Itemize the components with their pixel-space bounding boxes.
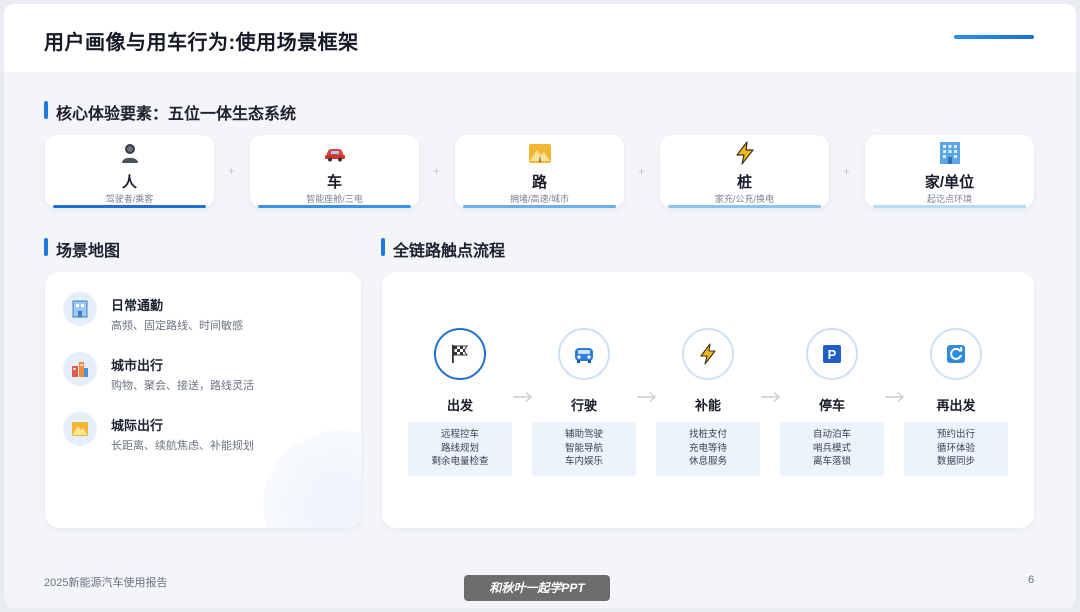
car-icon: [324, 149, 345, 162]
section-title-scene-map: 场景地图: [44, 237, 120, 261]
scene-desc: 长距离、续航焦虑、补能规划: [111, 440, 254, 452]
plus-separator: +: [638, 164, 646, 178]
step-details: 辅助驾驶 智能导航 车内娱乐: [532, 422, 636, 476]
arrow-right-icon: [513, 391, 533, 403]
step-name: 再出发: [936, 398, 976, 413]
slide: 用户画像与用车行为:使用场景框架 核心体验要素：五位一体生态系统 人 驾驶者/乘…: [4, 4, 1076, 608]
lightning-icon: [700, 343, 716, 365]
road-icon: [528, 144, 551, 163]
element-name: 桩: [736, 174, 752, 191]
element-card-home: 家/单位 起讫点环境: [865, 135, 1034, 208]
step-details: 找桩支付 充电等待 休息服务: [656, 422, 760, 476]
element-sub: 起讫点环境: [926, 194, 972, 204]
title-accent-line: [954, 35, 1034, 39]
car-icon: [575, 348, 593, 363]
flow-step-redepart: 再出发 预约出行 循环体验 数据同步: [904, 328, 1008, 478]
flag-icon: [452, 345, 468, 363]
header-bar: 用户画像与用车行为:使用场景框架: [4, 4, 1076, 72]
arrow-right-icon: [637, 391, 657, 403]
element-name: 路: [531, 174, 547, 191]
page-title: 用户画像与用车行为:使用场景框架: [44, 32, 359, 54]
scene-map-card: 日常通勤 高频、固定路线、时间敏感 城市出行 购物、聚会、接送，路线灵活 城际出…: [45, 272, 361, 528]
step-details: 远程控车 路线规划 剩余电量检查: [408, 422, 512, 476]
element-bar: [463, 205, 616, 208]
plus-separator: +: [433, 164, 441, 178]
touchpoint-flow-card: 出发 远程控车 路线规划 剩余电量检查 行驶 辅助驾驶 智能导航 车内娱乐 补能…: [382, 272, 1034, 528]
watermark-label: 和秋叶一起学PPT: [464, 575, 610, 601]
element-name: 人: [121, 174, 137, 191]
page-number: 6: [1028, 574, 1035, 586]
element-bar: [668, 205, 821, 208]
scene-desc: 购物、聚会、接送，路线灵活: [111, 380, 254, 392]
scene-item-commute: 日常通勤 高频、固定路线、时间敏感: [63, 292, 353, 342]
flow-step-park: P 停车 自动泊车 哨兵模式 离车落锁: [780, 328, 884, 478]
element-card-road: 路 拥堵/高速/城市: [455, 135, 624, 208]
element-sub: 拥堵/高速/城市: [509, 194, 569, 204]
step-name: 停车: [818, 398, 845, 413]
arrow-right-icon: [761, 391, 781, 403]
section-title-ecosystem: 核心体验要素：五位一体生态系统: [44, 100, 296, 124]
section-title-touchpoint-flow: 全链路触点流程: [381, 237, 505, 261]
parking-icon: P: [823, 345, 841, 363]
report-name: 2025新能源汽车使用报告: [44, 577, 168, 589]
scene-name: 城市出行: [111, 358, 164, 373]
flow-step-recharge: 补能 找桩支付 充电等待 休息服务: [656, 328, 760, 478]
flow-step-drive: 行驶 辅助驾驶 智能导航 车内娱乐: [532, 328, 636, 478]
element-bar: [873, 205, 1026, 208]
element-card-charger: 桩 家充/公充/换电: [660, 135, 829, 208]
mountain-road-icon: [72, 422, 88, 436]
city-icon: [72, 362, 88, 377]
svg-text:P: P: [828, 347, 837, 362]
step-details: 预约出行 循环体验 数据同步: [904, 422, 1008, 476]
scene-desc: 高频、固定路线、时间敏感: [111, 320, 243, 332]
scene-item-intercity: 城际出行 长距离、续航焦虑、补能规划: [63, 412, 353, 462]
element-sub: 智能座舱/三电: [306, 194, 363, 204]
step-details: 自动泊车 哨兵模式 离车落锁: [780, 422, 884, 476]
element-bar: [53, 205, 206, 208]
building-icon: [939, 142, 960, 164]
step-name: 出发: [446, 398, 473, 413]
element-name: 家/单位: [924, 174, 975, 191]
lightning-icon: [735, 141, 754, 165]
scene-name: 日常通勤: [111, 298, 164, 313]
refresh-icon: [947, 345, 965, 363]
scene-name: 城际出行: [111, 418, 164, 433]
plus-separator: +: [843, 164, 851, 178]
office-icon: [72, 300, 88, 318]
flow-step-depart: 出发 远程控车 路线规划 剩余电量检查: [408, 328, 512, 478]
person-icon: [121, 144, 138, 163]
element-sub: 驾驶者/乘客: [105, 194, 154, 204]
scene-item-city: 城市出行 购物、聚会、接送，路线灵活: [63, 352, 353, 402]
element-name: 车: [326, 174, 342, 191]
element-sub: 家充/公充/换电: [714, 194, 774, 204]
element-bar: [258, 205, 411, 208]
element-card-car: 车 智能座舱/三电: [250, 135, 419, 208]
arrow-right-icon: [885, 391, 905, 403]
element-card-person: 人 驾驶者/乘客: [45, 135, 214, 208]
step-name: 行驶: [570, 398, 597, 413]
plus-separator: +: [228, 164, 236, 178]
step-name: 补能: [694, 398, 721, 413]
